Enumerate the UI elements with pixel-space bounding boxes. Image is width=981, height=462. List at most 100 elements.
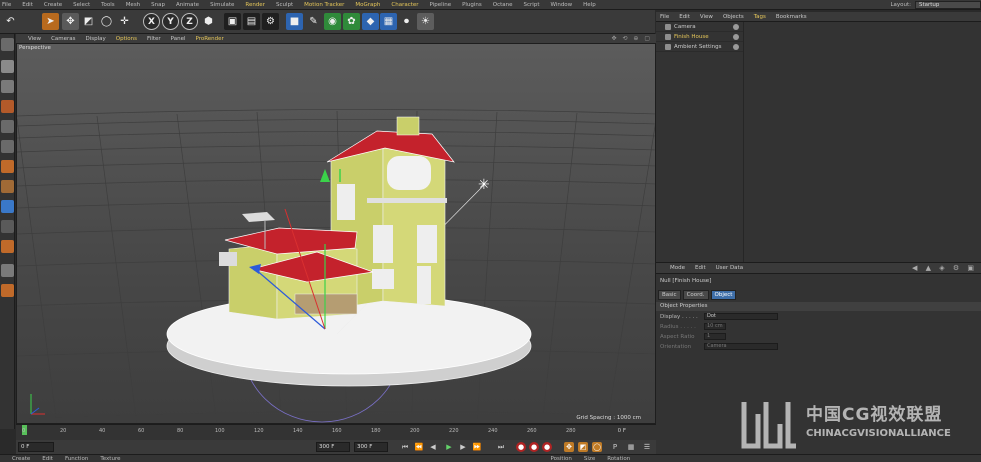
viewport-camera-label[interactable]: Perspective bbox=[19, 45, 51, 51]
radius-field[interactable]: 10 cm bbox=[704, 323, 726, 330]
floor-icon[interactable]: ▦ bbox=[380, 13, 397, 30]
render-view-icon[interactable]: ▣ bbox=[224, 13, 241, 30]
menu-simulate[interactable]: Simulate bbox=[210, 2, 234, 8]
menu-script[interactable]: Script bbox=[524, 2, 540, 8]
tab-coord[interactable]: Coord. bbox=[682, 290, 709, 300]
menu-snap[interactable]: Snap bbox=[151, 2, 165, 8]
am-menu-mode[interactable]: Mode bbox=[670, 265, 685, 271]
quantize-icon[interactable] bbox=[1, 240, 14, 253]
key-parameter-icon[interactable]: P bbox=[610, 442, 620, 452]
rotate-icon[interactable]: ◯ bbox=[98, 13, 115, 30]
menu-tools[interactable]: Tools bbox=[101, 2, 115, 8]
viewport-nav-icons[interactable]: ✥ ⟲ ⊕ ▢ bbox=[612, 35, 656, 42]
edit-render-settings-icon[interactable]: ⚙ bbox=[262, 13, 279, 30]
key-scale-icon[interactable]: ◩ bbox=[578, 442, 588, 452]
edges-mode-icon[interactable] bbox=[1, 120, 14, 133]
goto-start-icon[interactable]: ⏮ bbox=[400, 442, 410, 452]
x-axis-icon[interactable]: X bbox=[143, 13, 160, 30]
key-rotation-icon[interactable]: ◯ bbox=[592, 442, 602, 452]
display-dropdown[interactable]: Dot bbox=[704, 313, 778, 320]
next-frame-icon[interactable]: ▶ bbox=[458, 442, 468, 452]
om-menu-bookmarks[interactable]: Bookmarks bbox=[776, 14, 807, 20]
viewport-menu-filter[interactable]: Filter bbox=[147, 36, 161, 42]
y-axis-icon[interactable]: Y bbox=[162, 13, 179, 30]
z-axis-icon[interactable]: Z bbox=[181, 13, 198, 30]
object-row-ambient-settings[interactable]: Ambient Settings bbox=[656, 42, 743, 52]
om-menu-view[interactable]: View bbox=[700, 14, 713, 20]
snap-icon[interactable] bbox=[1, 200, 14, 213]
menu-octane[interactable]: Octane bbox=[493, 2, 513, 8]
bottom-texture[interactable]: Texture bbox=[100, 456, 120, 462]
cube-icon[interactable]: ■ bbox=[286, 13, 303, 30]
undo-icon[interactable]: ↶ bbox=[2, 13, 19, 30]
tweak-mode-icon[interactable] bbox=[1, 180, 14, 193]
autokey-icon[interactable]: ● bbox=[529, 442, 539, 452]
menu-file[interactable]: File bbox=[2, 2, 11, 8]
menu-mesh[interactable]: Mesh bbox=[126, 2, 140, 8]
deformer-icon[interactable]: ◆ bbox=[362, 13, 379, 30]
om-menu-file[interactable]: File bbox=[660, 14, 669, 20]
recent-tool-icon[interactable]: ✛ bbox=[116, 13, 133, 30]
viewport-menu-view[interactable]: View bbox=[28, 36, 41, 42]
viewport-menu-options[interactable]: Options bbox=[116, 36, 137, 42]
prev-key-icon[interactable]: ⏪ bbox=[414, 442, 424, 452]
end-frame-field[interactable]: 300 F bbox=[316, 442, 350, 452]
subdivision-icon[interactable]: ◉ bbox=[324, 13, 341, 30]
key-pla-icon[interactable]: ▦ bbox=[626, 442, 636, 452]
viewport-perspective[interactable]: ✳ Perspective Grid Spacing: 1000 cm bbox=[16, 43, 656, 424]
camera-icon[interactable]: ⏺ bbox=[398, 13, 415, 30]
key-position-icon[interactable]: ✥ bbox=[564, 442, 574, 452]
menu-character[interactable]: Character bbox=[391, 2, 418, 8]
solo-icon[interactable] bbox=[1, 264, 14, 277]
enable-axis-icon[interactable] bbox=[1, 160, 14, 173]
model-mode-icon[interactable] bbox=[1, 38, 14, 51]
layout-dropdown[interactable]: Startup bbox=[915, 1, 981, 9]
preview-end-field[interactable]: 300 F bbox=[354, 442, 388, 452]
viewport-menu-cameras[interactable]: Cameras bbox=[51, 36, 75, 42]
viewport-menu-prorender[interactable]: ProRender bbox=[196, 36, 224, 42]
workplane-icon[interactable] bbox=[1, 80, 14, 93]
menu-plugins[interactable]: Plugins bbox=[462, 2, 482, 8]
om-menu-tags[interactable]: Tags bbox=[754, 14, 766, 20]
live-select-icon[interactable]: ➤ bbox=[42, 13, 59, 30]
scale-icon[interactable]: ◩ bbox=[80, 13, 97, 30]
menu-select[interactable]: Select bbox=[73, 2, 90, 8]
object-row-camera[interactable]: Camera bbox=[656, 22, 743, 32]
menu-sculpt[interactable]: Sculpt bbox=[276, 2, 293, 8]
keyframe-selection-icon[interactable]: ● bbox=[542, 442, 552, 452]
aspect-ratio-field[interactable]: 1 bbox=[704, 333, 726, 340]
pen-icon[interactable]: ✎ bbox=[305, 13, 322, 30]
tab-object[interactable]: Object bbox=[710, 290, 737, 300]
menu-pipeline[interactable]: Pipeline bbox=[430, 2, 452, 8]
bottom-create[interactable]: Create bbox=[12, 456, 30, 462]
prev-frame-icon[interactable]: ◀ bbox=[428, 442, 438, 452]
polygons-mode-icon[interactable] bbox=[1, 140, 14, 153]
goto-end-icon[interactable]: ⏭ bbox=[496, 442, 506, 452]
points-mode-icon[interactable] bbox=[1, 100, 14, 113]
tag-icon[interactable] bbox=[733, 34, 739, 40]
menu-help[interactable]: Help bbox=[583, 2, 596, 8]
timeline-ruler[interactable]: 0 20 40 60 80 100 120 140 160 180 200 22… bbox=[16, 424, 656, 440]
viewport-menu-panel[interactable]: Panel bbox=[171, 36, 186, 42]
start-frame-field[interactable]: 0 F bbox=[18, 442, 54, 452]
timeline-menu-icon[interactable]: ☰ bbox=[642, 442, 652, 452]
menu-animate[interactable]: Animate bbox=[176, 2, 199, 8]
am-menu-edit[interactable]: Edit bbox=[695, 265, 706, 271]
menu-edit[interactable]: Edit bbox=[22, 2, 33, 8]
next-key-icon[interactable]: ⏩ bbox=[472, 442, 482, 452]
cloner-icon[interactable]: ✿ bbox=[343, 13, 360, 30]
om-menu-edit[interactable]: Edit bbox=[679, 14, 690, 20]
menu-mograph[interactable]: MoGraph bbox=[355, 2, 380, 8]
render-picture-viewer-icon[interactable]: ▤ bbox=[243, 13, 260, 30]
object-row-finish-house[interactable]: Finish House bbox=[656, 32, 743, 42]
menu-create[interactable]: Create bbox=[44, 2, 62, 8]
orientation-dropdown[interactable]: Camera bbox=[704, 343, 778, 350]
world-coordinates-icon[interactable]: ⬢ bbox=[200, 13, 217, 30]
play-icon[interactable]: ▶ bbox=[444, 442, 454, 452]
record-icon[interactable]: ● bbox=[516, 442, 526, 452]
locked-workplane-icon[interactable] bbox=[1, 284, 14, 297]
workplane-lock-icon[interactable] bbox=[1, 220, 14, 233]
move-icon[interactable]: ✥ bbox=[62, 13, 79, 30]
om-menu-objects[interactable]: Objects bbox=[723, 14, 744, 20]
menu-motion-tracker[interactable]: Motion Tracker bbox=[304, 2, 344, 8]
